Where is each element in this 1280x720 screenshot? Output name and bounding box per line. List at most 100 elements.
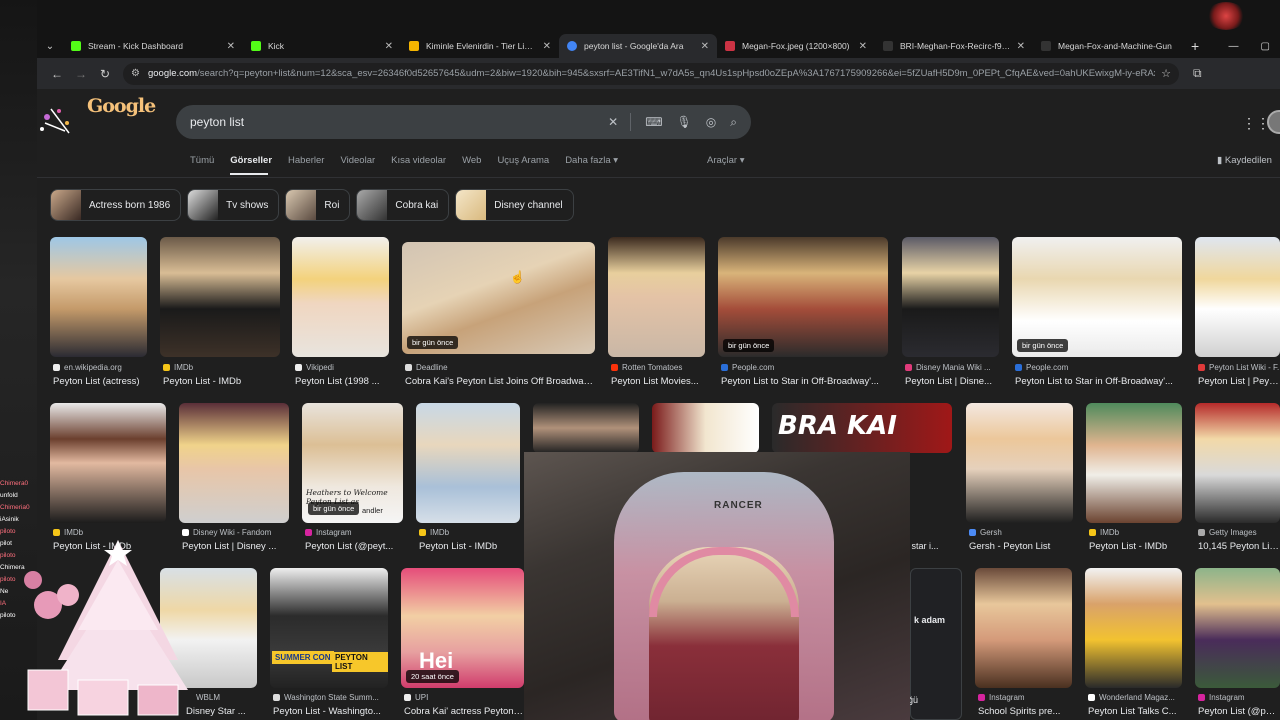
tab-videos[interactable]: Videolar (340, 155, 375, 166)
image-result[interactable] (50, 237, 147, 357)
image-result[interactable] (292, 237, 389, 357)
result-title[interactable]: Cobra Kai' actress Peyton L... (404, 706, 524, 717)
image-result[interactable] (975, 568, 1072, 688)
tab-images[interactable]: Görseller (230, 155, 272, 166)
result-source[interactable]: UPI (404, 693, 524, 702)
image-result[interactable]: bir gün önce (718, 237, 888, 357)
lens-icon[interactable]: ◎ (706, 115, 716, 129)
image-result[interactable] (966, 403, 1073, 523)
search-icon[interactable]: ⌕ (730, 115, 737, 130)
result-source[interactable]: Instagram (978, 693, 1075, 702)
tab-short-videos[interactable]: Kısa videolar (391, 155, 446, 166)
image-result[interactable] (1195, 237, 1280, 357)
image-result[interactable]: BRA KAI (772, 403, 952, 453)
result-title[interactable]: Peyton List - IMDb (1089, 541, 1185, 552)
minimize-icon[interactable]: — (1229, 41, 1239, 52)
result-title[interactable]: 10,145 Peyton List... (1198, 541, 1280, 552)
close-icon[interactable]: ✕ (385, 41, 393, 52)
google-logo-text[interactable]: Google (87, 95, 156, 117)
tab-kick[interactable]: Kick ✕ (243, 34, 401, 58)
bookmark-star-icon[interactable]: ☆ (1161, 67, 1171, 80)
close-icon[interactable]: ✕ (701, 41, 709, 52)
back-icon[interactable]: ← (45, 67, 69, 81)
result-source[interactable]: IMDb (419, 528, 523, 537)
keyboard-icon[interactable]: ⌨ (645, 115, 662, 129)
image-result[interactable]: bir gün önce (1012, 237, 1182, 357)
result-source[interactable]: Instagram (305, 528, 405, 537)
result-title[interactable]: Peyton List (1998 ... (295, 376, 392, 387)
result-title[interactable]: Peyton List | Disney ... (182, 541, 292, 552)
tab-news[interactable]: Haberler (288, 155, 324, 166)
result-source[interactable]: Gersh (969, 528, 1076, 537)
result-title[interactable]: Peyton List | Peyto... (1198, 376, 1280, 387)
result-title[interactable]: Gersh - Peyton List (969, 541, 1076, 552)
result-title[interactable]: Peyton List - IMDb (419, 541, 523, 552)
clear-icon[interactable]: ✕ (608, 115, 618, 129)
image-result[interactable] (533, 403, 639, 453)
tab-megan-machine-gun[interactable]: Megan-Fox-and-Machine-Gun (1033, 34, 1183, 58)
image-result[interactable] (50, 403, 166, 523)
result-source[interactable]: People.com (1015, 363, 1185, 372)
image-result[interactable] (160, 237, 280, 357)
image-result[interactable] (652, 403, 759, 453)
result-source[interactable]: Disney Mania Wiki ... (905, 363, 1002, 372)
result-source[interactable]: IMDb (53, 528, 163, 537)
image-result[interactable]: bir gün önce (402, 242, 595, 354)
image-result[interactable]: Hei 20 saat önce (401, 568, 524, 688)
result-source[interactable]: Washington State Summ... (273, 693, 391, 702)
tab-google-search[interactable]: peyton list - Google'da Ara ✕ (559, 34, 717, 58)
image-result[interactable] (1195, 403, 1280, 523)
result-title[interactable]: Peyton List (@pey... (1198, 706, 1280, 717)
image-result[interactable]: SUMMER CON PEYTON LIST (270, 568, 388, 688)
result-title[interactable]: Peyton List to Star in Off-Broadway'... (1015, 376, 1185, 387)
result-source[interactable]: Deadline (405, 363, 595, 372)
search-box[interactable]: peyton list ✕ ⌨ 🎙 ◎ ⌕ (176, 105, 751, 139)
chip-cobra-kai[interactable]: Cobra kai (356, 189, 450, 221)
tab-flights[interactable]: Uçuş Arama (497, 155, 549, 166)
tab-tier-list[interactable]: Kiminle Evlenirdin - Tier List, Ki ✕ (401, 34, 559, 58)
result-source[interactable]: Getty Images (1198, 528, 1280, 537)
tab-search-icon[interactable]: ⌄ (37, 41, 63, 52)
result-source[interactable]: Rotten Tomatoes (611, 363, 708, 372)
result-source[interactable]: en.wikipedia.org (53, 363, 153, 372)
image-result[interactable] (902, 237, 999, 357)
result-source[interactable]: People.com (721, 363, 891, 372)
result-title[interactable]: Cobra Kai's Peyton List Joins Off Broadw… (405, 376, 595, 387)
result-source[interactable]: Disney Wiki - Fandom (182, 528, 292, 537)
result-source[interactable]: WBLM (196, 693, 258, 702)
address-bar[interactable]: ⚙ google.com/search?q=peyton+list&num=12… (123, 62, 1179, 85)
image-result[interactable] (608, 237, 705, 357)
image-result[interactable] (1086, 403, 1182, 523)
tab-bri-meghan[interactable]: BRI-Meghan-Fox-Recirc-f9199... ✕ (875, 34, 1033, 58)
image-result[interactable]: Heathers to Welcome Peyton List as bir g… (302, 403, 403, 523)
apps-grid-icon[interactable]: ⋮⋮ (1242, 115, 1270, 132)
result-source[interactable]: IMDb (163, 363, 273, 372)
search-input[interactable]: peyton list (190, 115, 594, 129)
url-text[interactable]: google.com/search?q=peyton+list&num=12&s… (148, 68, 1155, 79)
close-icon[interactable]: ✕ (1017, 41, 1025, 52)
tab-web[interactable]: Web (462, 155, 481, 166)
microphone-icon[interactable]: 🎙 (677, 115, 692, 129)
chip-tv-shows[interactable]: Tv shows (187, 189, 280, 221)
result-title[interactable]: Peyton List | Disne... (905, 376, 1002, 387)
image-result[interactable] (416, 403, 520, 523)
close-icon[interactable]: ✕ (227, 41, 235, 52)
image-result[interactable] (1085, 568, 1182, 688)
tab-megan-fox-jpeg[interactable]: Megan-Fox.jpeg (1200×800) ✕ (717, 34, 875, 58)
result-title[interactable]: Peyton List - Washingto... (273, 706, 391, 717)
extensions-icon[interactable]: ⧉ (1193, 66, 1202, 81)
image-result[interactable] (1195, 568, 1280, 688)
close-icon[interactable]: ✕ (543, 41, 551, 52)
result-source[interactable]: Instagram (1198, 693, 1280, 702)
image-result[interactable] (179, 403, 289, 523)
result-title[interactable]: School Spirits pre... (978, 706, 1075, 717)
result-source[interactable]: Peyton List Wiki - F... (1198, 363, 1280, 372)
result-title[interactable]: Peyton List - IMDb (163, 376, 283, 387)
result-title[interactable]: Peyton List Talks C... (1088, 706, 1185, 717)
result-source[interactable]: Wonderland Magaz... (1088, 693, 1185, 702)
chip-roi[interactable]: Roi (285, 189, 351, 221)
tab-all[interactable]: Tümü (190, 155, 214, 166)
site-info-icon[interactable]: ⚙ (131, 68, 140, 79)
tab-more[interactable]: Daha fazla ▾ (565, 155, 618, 166)
new-tab-icon[interactable]: + (1191, 38, 1199, 54)
